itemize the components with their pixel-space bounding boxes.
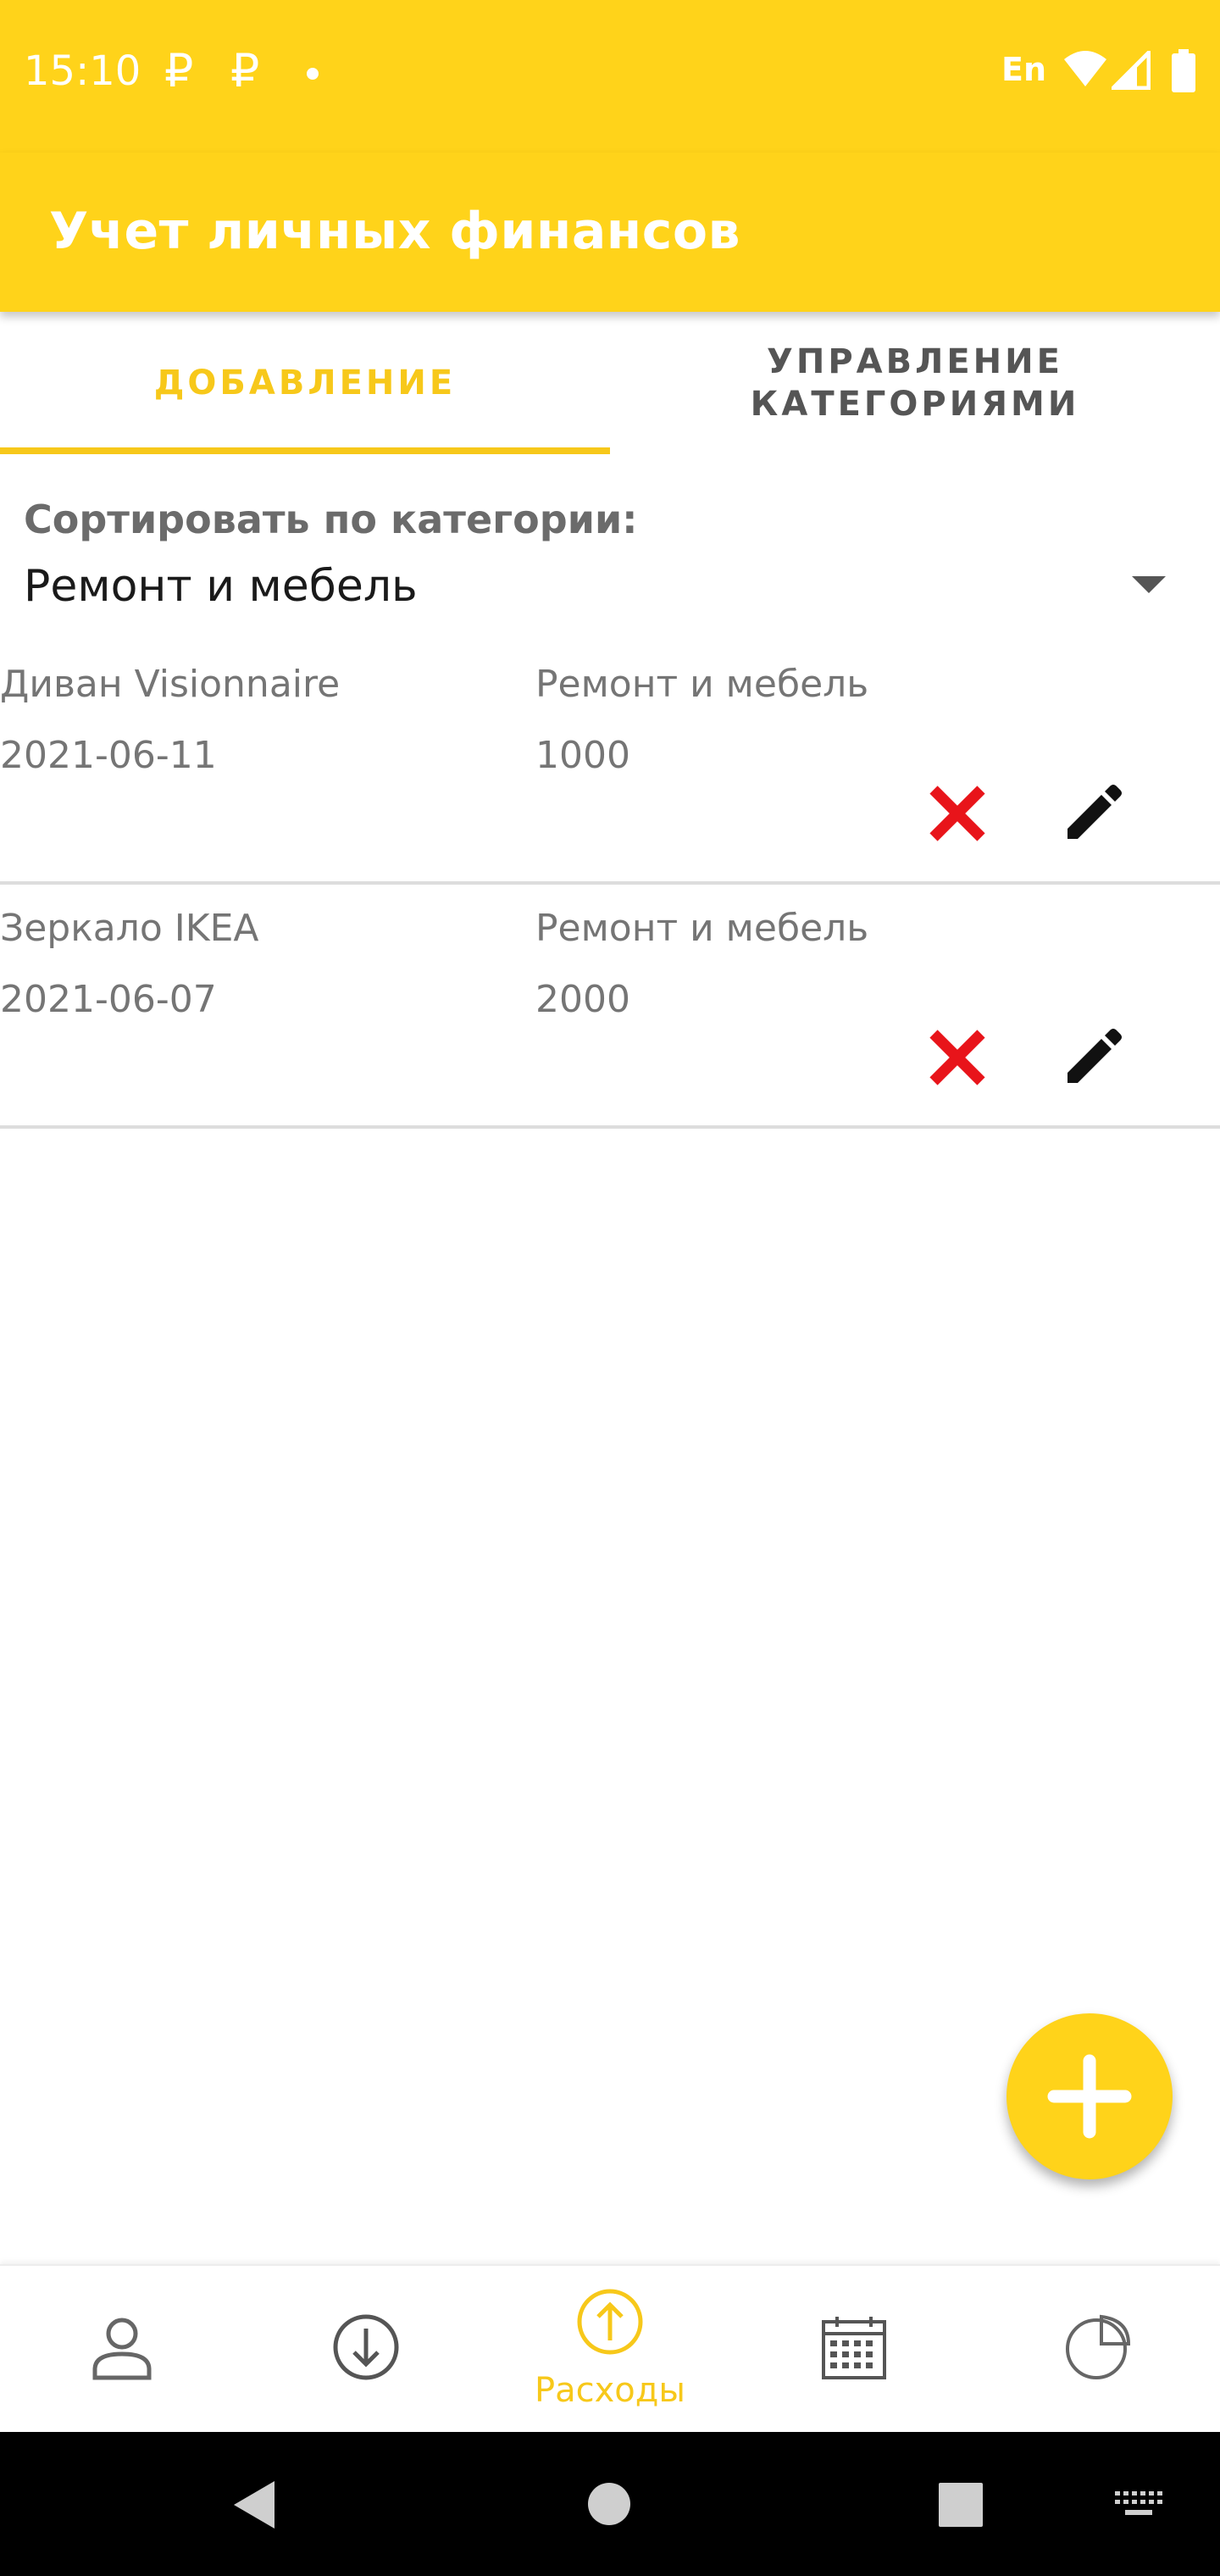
nav-income[interactable] xyxy=(244,2266,488,2434)
tab-indicator xyxy=(0,447,610,454)
list-item: Зеркало IKEA 2021-06-07 Ремонт и мебель … xyxy=(0,881,1220,1129)
app-bar: Учет личных финансов xyxy=(0,153,1220,312)
calendar-icon xyxy=(822,2317,886,2379)
item-category: Ремонт и мебель xyxy=(535,907,869,950)
tab-bar: ДОБАВЛЕНИЕ УПРАВЛЕНИЕ КАТЕГОРИЯМИ xyxy=(0,312,1220,454)
app-title: Учет личных финансов xyxy=(49,202,741,261)
item-amount: 1000 xyxy=(535,734,630,777)
pencil-icon xyxy=(1068,1029,1122,1083)
nav-calendar[interactable] xyxy=(732,2266,976,2434)
system-navigation-bar xyxy=(0,2432,1220,2576)
ruble-icon: ₽ xyxy=(230,44,260,97)
delete-button[interactable] xyxy=(923,780,991,847)
close-icon xyxy=(929,786,985,841)
item-date: 2021-06-11 xyxy=(0,734,217,777)
nav-expenses-label: Расходы xyxy=(534,2371,685,2410)
nav-expenses[interactable]: Расходы xyxy=(488,2266,732,2434)
arrow-down-circle-icon xyxy=(333,2314,399,2380)
category-dropdown[interactable]: Ремонт и мебель xyxy=(0,551,1220,627)
ruble-icon: ₽ xyxy=(164,44,194,97)
plus-icon xyxy=(1047,2054,1132,2139)
close-icon xyxy=(929,1030,985,1085)
pie-chart-icon xyxy=(1066,2314,1131,2379)
pencil-icon xyxy=(1068,785,1122,839)
delete-button[interactable] xyxy=(923,1024,991,1091)
tab-manage-categories[interactable]: УПРАВЛЕНИЕ КАТЕГОРИЯМИ xyxy=(610,312,1220,454)
edit-button[interactable] xyxy=(1059,780,1127,847)
keyboard-icon[interactable] xyxy=(1115,2491,1162,2520)
tab-add[interactable]: ДОБАВЛЕНИЕ xyxy=(0,312,610,454)
bottom-navigation: Расходы xyxy=(0,2264,1220,2434)
person-icon xyxy=(92,2318,152,2380)
wifi-icon xyxy=(1064,51,1106,86)
nav-profile[interactable] xyxy=(0,2266,244,2434)
list-item: Диван Visionnaire 2021-06-11 Ремонт и ме… xyxy=(0,637,1220,885)
item-name: Зеркало IKEA xyxy=(0,907,259,950)
battery-icon xyxy=(1172,49,1195,92)
language-indicator: En xyxy=(1001,51,1047,88)
recents-icon[interactable] xyxy=(939,2483,983,2527)
nav-statistics[interactable] xyxy=(976,2266,1220,2434)
home-icon[interactable] xyxy=(586,2481,632,2527)
back-icon[interactable] xyxy=(230,2479,276,2530)
signal-icon xyxy=(1112,51,1151,90)
item-name: Диван Visionnaire xyxy=(0,663,341,706)
item-date: 2021-06-07 xyxy=(0,978,217,1021)
sort-label: Сортировать по категории: xyxy=(24,497,638,542)
add-button[interactable] xyxy=(1006,2013,1173,2179)
dropdown-arrow-icon xyxy=(1132,576,1166,593)
item-amount: 2000 xyxy=(535,978,630,1021)
category-dropdown-value: Ремонт и мебель xyxy=(24,561,418,612)
edit-button[interactable] xyxy=(1059,1024,1127,1091)
status-bar: 15:10 ₽ ₽ En xyxy=(0,0,1220,153)
more-notifications-icon xyxy=(307,68,319,80)
status-time: 15:10 xyxy=(24,47,141,95)
item-category: Ремонт и мебель xyxy=(535,663,869,706)
arrow-up-circle-icon xyxy=(577,2289,643,2355)
